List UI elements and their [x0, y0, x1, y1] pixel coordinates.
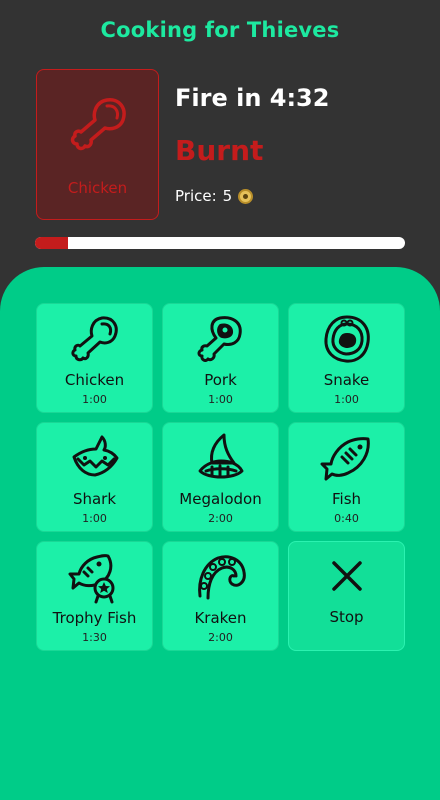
current-item-card: Chicken: [36, 69, 159, 220]
menu-item-snake[interactable]: Snake 1:00: [288, 303, 405, 413]
menu-item-time: 1:00: [82, 393, 107, 406]
menu-item-name: Megalodon: [179, 490, 262, 508]
menu-item-time: 2:00: [208, 631, 233, 644]
menu-item-name: Snake: [323, 371, 370, 389]
menu-item-time: 1:30: [82, 631, 107, 644]
stop-button[interactable]: Stop: [288, 541, 405, 651]
price-label: Price:: [175, 187, 217, 205]
menu-item-trophy-fish[interactable]: Trophy Fish 1:30: [36, 541, 153, 651]
shark-icon: [72, 435, 119, 477]
pork-icon: [197, 316, 242, 362]
menu-item-name: Kraken: [194, 609, 247, 627]
app-title: Cooking for Thieves: [100, 18, 340, 42]
coin-icon: [238, 188, 254, 204]
menu-item-time: 1:00: [82, 512, 107, 525]
fire-timer: Fire in 4:32: [175, 84, 330, 112]
menu-item-name: Pork: [204, 371, 237, 389]
menu-item-shark[interactable]: Shark 1:00: [36, 422, 153, 532]
close-icon: [332, 561, 362, 591]
megalodon-fin-icon: [198, 433, 244, 479]
price-row: Price: 5: [175, 187, 254, 205]
menu-panel: Chicken 1:00 Pork 1:00 Snake 1:00 Shark …: [0, 267, 440, 800]
menu-item-name: Shark: [72, 490, 117, 508]
fish-icon: [320, 437, 370, 481]
current-item-label: Chicken: [67, 179, 128, 197]
menu-item-time: 1:00: [208, 393, 233, 406]
menu-item-name: Trophy Fish: [52, 609, 137, 627]
price-value: 5: [222, 187, 233, 205]
menu-item-time: 0:40: [334, 512, 359, 525]
menu-item-time: 1:00: [334, 393, 359, 406]
menu-item-time: 2:00: [208, 512, 233, 525]
kraken-tentacle-icon: [198, 555, 246, 600]
menu-item-fish[interactable]: Fish 0:40: [288, 422, 405, 532]
trophy-fish-icon: [68, 554, 115, 604]
cook-progress-fill: [35, 237, 69, 249]
chicken-leg-icon: [71, 316, 118, 362]
menu-item-kraken[interactable]: Kraken 2:00: [162, 541, 279, 651]
chicken-leg-icon: [70, 98, 126, 151]
menu-item-megalodon[interactable]: Megalodon 2:00: [162, 422, 279, 532]
menu-grid: Chicken 1:00 Pork 1:00 Snake 1:00 Shark …: [36, 303, 405, 651]
cook-status: Burnt: [175, 134, 264, 167]
snake-icon: [324, 315, 370, 363]
stop-label: Stop: [329, 608, 364, 626]
menu-item-chicken[interactable]: Chicken 1:00: [36, 303, 153, 413]
menu-item-name: Chicken: [64, 371, 125, 389]
menu-item-pork[interactable]: Pork 1:00: [162, 303, 279, 413]
menu-item-name: Fish: [331, 490, 362, 508]
cook-progress-bar: [35, 237, 405, 249]
